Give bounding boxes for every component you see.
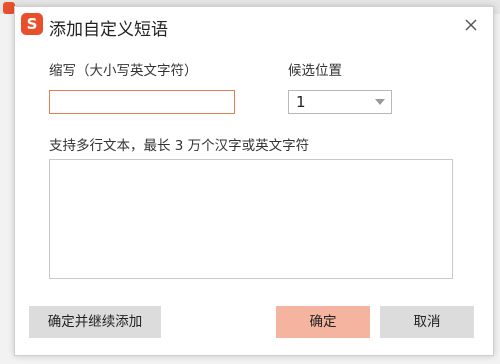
cancel-button[interactable]: 取消 bbox=[380, 306, 474, 338]
close-icon bbox=[465, 19, 477, 31]
dialog-header: S 添加自定义短语 bbox=[15, 7, 493, 47]
confirm-button[interactable]: 确定 bbox=[276, 306, 370, 338]
close-button[interactable] bbox=[463, 17, 479, 33]
add-custom-phrase-dialog: S 添加自定义短语 缩写（大小写英文字符） 候选位置 1 支持多行文本，最长 3… bbox=[14, 6, 494, 356]
candidate-position-value: 1 bbox=[296, 93, 306, 111]
app-logo-icon: S bbox=[21, 13, 43, 35]
content-label: 支持多行文本，最长 3 万个汉字或英文字符 bbox=[49, 138, 310, 154]
candidate-position-label: 候选位置 bbox=[288, 63, 342, 79]
abbreviation-input[interactable] bbox=[49, 90, 235, 114]
phrase-content-textarea[interactable] bbox=[49, 159, 453, 279]
candidate-position-select[interactable]: 1 bbox=[288, 90, 392, 114]
abbreviation-label: 缩写（大小写英文字符） bbox=[49, 63, 198, 79]
confirm-and-continue-button[interactable]: 确定并继续添加 bbox=[29, 306, 161, 338]
chevron-down-icon bbox=[375, 99, 385, 105]
dialog-title: 添加自定义短语 bbox=[49, 20, 168, 40]
